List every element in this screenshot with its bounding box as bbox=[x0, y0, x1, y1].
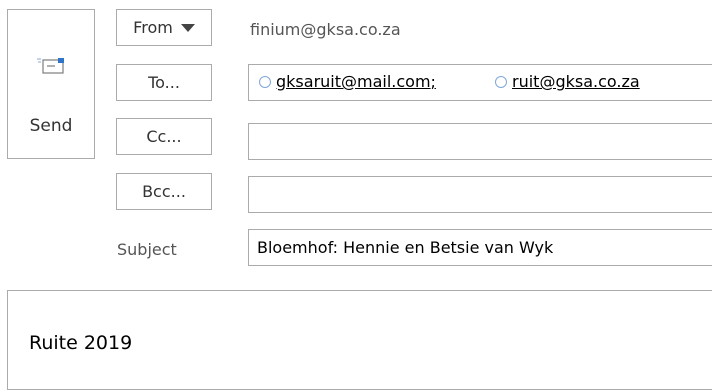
bcc-label: Bcc... bbox=[142, 182, 186, 201]
recipient-name[interactable]: ruit@gksa.co.za bbox=[512, 72, 640, 91]
cc-label: Cc... bbox=[146, 127, 182, 146]
contact-status-icon bbox=[259, 75, 271, 88]
subject-field[interactable]: Bloemhof: Hennie en Betsie van Wyk bbox=[248, 229, 712, 266]
bcc-field[interactable] bbox=[248, 176, 712, 213]
cc-field[interactable] bbox=[248, 123, 712, 160]
send-label: Send bbox=[29, 116, 73, 136]
recipient-name[interactable]: gksaruit@mail.com bbox=[276, 72, 431, 91]
from-address: finium@gksa.co.za bbox=[250, 20, 401, 39]
cc-button[interactable]: Cc... bbox=[116, 118, 212, 155]
send-button[interactable]: Send bbox=[7, 9, 95, 159]
bcc-button[interactable]: Bcc... bbox=[116, 173, 212, 210]
from-label: From bbox=[133, 18, 173, 37]
recipient-chip[interactable]: ruit@gksa.co.za bbox=[495, 72, 640, 91]
contact-status-icon bbox=[495, 75, 507, 88]
subject-label: Subject bbox=[117, 240, 177, 259]
to-label: To... bbox=[148, 73, 180, 92]
recipient-separator: ; bbox=[430, 72, 436, 91]
to-button[interactable]: To... bbox=[116, 64, 212, 101]
to-field[interactable]: gksaruit@mail.com ; ruit@gksa.co.za bbox=[248, 64, 712, 101]
chevron-down-icon bbox=[180, 23, 195, 32]
send-envelope-icon bbox=[37, 58, 64, 74]
message-body[interactable]: Ruite 2019 bbox=[7, 290, 712, 390]
from-button[interactable]: From bbox=[116, 9, 212, 46]
recipient-chip[interactable]: gksaruit@mail.com ; bbox=[259, 72, 436, 91]
subject-value: Bloemhof: Hennie en Betsie van Wyk bbox=[257, 238, 554, 257]
message-body-text: Ruite 2019 bbox=[29, 332, 133, 354]
